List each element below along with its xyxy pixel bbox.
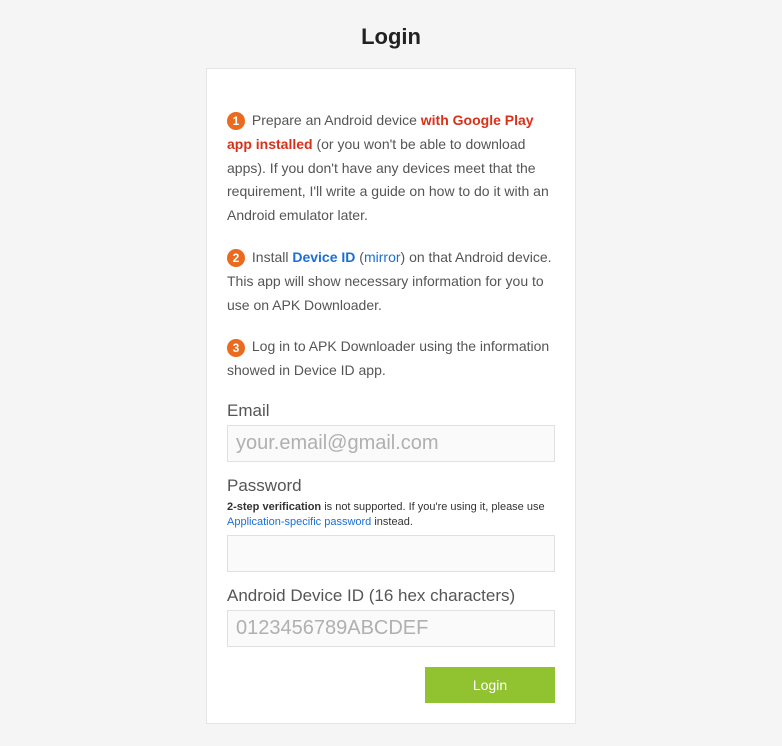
- step-1-pre: Prepare an Android device: [248, 112, 421, 128]
- password-note: 2-step verification is not supported. If…: [227, 500, 555, 531]
- step-badge-2: 2: [227, 249, 245, 267]
- step-1: 1 Prepare an Android device with Google …: [227, 109, 555, 228]
- password-note-mid: is not supported. If you're using it, pl…: [321, 501, 544, 513]
- step-3-text: Log in to APK Downloader using the infor…: [227, 338, 549, 378]
- password-field[interactable]: [227, 535, 555, 572]
- button-row: Login: [227, 667, 555, 703]
- step-badge-3: 3: [227, 339, 245, 357]
- device-id-label: Android Device ID (16 hex characters): [227, 586, 555, 606]
- password-note-end: instead.: [371, 516, 413, 528]
- login-button[interactable]: Login: [425, 667, 555, 703]
- password-label: Password: [227, 476, 555, 496]
- page-title: Login: [0, 24, 782, 50]
- step-2-paren-open: (: [355, 249, 364, 265]
- step-badge-1: 1: [227, 112, 245, 130]
- email-label: Email: [227, 401, 555, 421]
- password-note-bold: 2-step verification: [227, 501, 321, 513]
- step-2: 2 Install Device ID (mirror) on that And…: [227, 246, 555, 317]
- step-2-pre: Install: [248, 249, 292, 265]
- device-id-field[interactable]: [227, 610, 555, 647]
- email-field[interactable]: [227, 425, 555, 462]
- device-id-link[interactable]: Device ID: [292, 249, 355, 265]
- login-card: 1 Prepare an Android device with Google …: [206, 68, 576, 724]
- app-specific-password-link[interactable]: Application-specific password: [227, 516, 371, 528]
- mirror-link[interactable]: mirror: [364, 249, 401, 265]
- step-3: 3 Log in to APK Downloader using the inf…: [227, 335, 555, 383]
